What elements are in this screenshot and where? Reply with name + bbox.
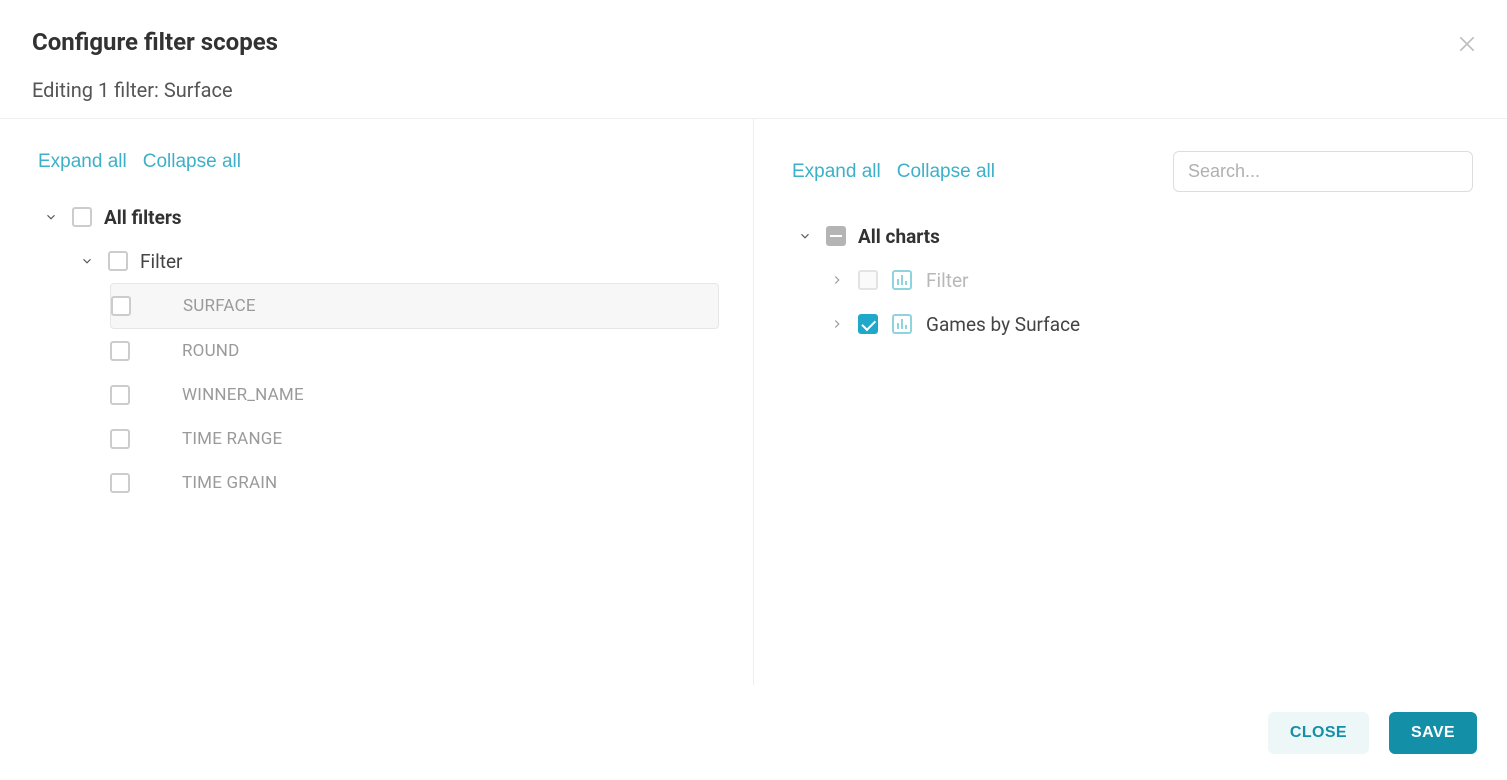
checkbox-all-filters[interactable] bbox=[72, 207, 92, 227]
chart-item-label: Filter bbox=[926, 269, 968, 292]
checkbox-filter-item[interactable] bbox=[110, 429, 130, 449]
chart-item[interactable]: Filter bbox=[828, 258, 1473, 302]
close-button[interactable]: CLOSE bbox=[1268, 712, 1369, 754]
checkbox-filter-item[interactable] bbox=[111, 296, 131, 316]
close-icon[interactable] bbox=[1453, 30, 1481, 58]
filter-item-label: TIME GRAIN bbox=[182, 473, 277, 493]
checkbox-chart-item bbox=[858, 270, 878, 290]
checkbox-filter-group[interactable] bbox=[108, 251, 128, 271]
filter-item[interactable]: WINNER_NAME bbox=[110, 373, 719, 417]
chevron-down-icon[interactable] bbox=[42, 208, 60, 226]
chart-item-label: Games by Surface bbox=[926, 313, 1080, 336]
filter-item-label: SURFACE bbox=[183, 296, 256, 316]
save-button[interactable]: SAVE bbox=[1389, 712, 1477, 754]
checkbox-filter-item[interactable] bbox=[110, 385, 130, 405]
checkbox-filter-item[interactable] bbox=[110, 341, 130, 361]
filter-item[interactable]: SURFACE bbox=[110, 283, 719, 329]
all-filters-label: All filters bbox=[104, 206, 182, 229]
modal-subtitle: Editing 1 filter: Surface bbox=[32, 78, 1475, 102]
filter-item[interactable]: ROUND bbox=[110, 329, 719, 373]
charts-panel: Expand all Collapse all All charts Filte… bbox=[754, 119, 1507, 685]
collapse-all-filters[interactable]: Collapse all bbox=[143, 151, 241, 173]
chevron-right-icon[interactable] bbox=[828, 315, 846, 333]
checkbox-filter-item[interactable] bbox=[110, 473, 130, 493]
filters-panel: Expand all Collapse all All filters bbox=[0, 119, 754, 685]
chevron-down-icon[interactable] bbox=[78, 252, 96, 270]
chevron-down-icon[interactable] bbox=[796, 227, 814, 245]
modal-title: Configure filter scopes bbox=[32, 28, 1475, 56]
filter-item-label: WINNER_NAME bbox=[182, 385, 304, 405]
filter-item-label: TIME RANGE bbox=[182, 429, 282, 449]
chevron-right-icon[interactable] bbox=[828, 271, 846, 289]
search-input[interactable] bbox=[1173, 151, 1473, 192]
filter-item[interactable]: TIME GRAIN bbox=[110, 461, 719, 505]
filter-group-label: Filter bbox=[140, 250, 182, 273]
collapse-all-charts[interactable]: Collapse all bbox=[897, 161, 995, 183]
checkbox-all-charts[interactable] bbox=[826, 226, 846, 246]
filter-item[interactable]: TIME RANGE bbox=[110, 417, 719, 461]
expand-all-filters[interactable]: Expand all bbox=[38, 151, 127, 173]
filter-item-label: ROUND bbox=[182, 341, 239, 361]
chart-item[interactable]: Games by Surface bbox=[828, 302, 1473, 346]
bar-chart-icon bbox=[890, 268, 914, 292]
bar-chart-icon bbox=[890, 312, 914, 336]
all-charts-label: All charts bbox=[858, 225, 940, 248]
expand-all-charts[interactable]: Expand all bbox=[792, 161, 881, 183]
checkbox-chart-item[interactable] bbox=[858, 314, 878, 334]
